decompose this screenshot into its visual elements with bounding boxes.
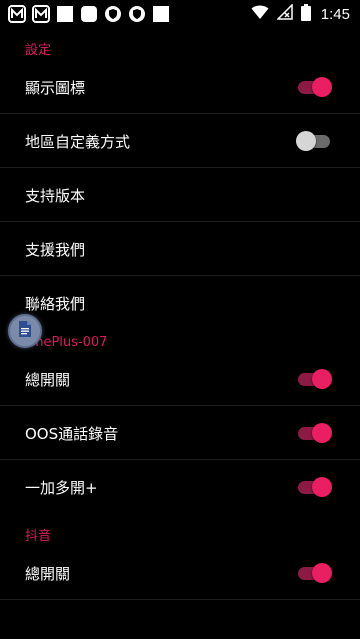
oneplus-multi-open-switch[interactable] bbox=[298, 476, 332, 498]
oneplus-master-switch[interactable] bbox=[298, 368, 332, 390]
setting-supported-versions[interactable]: 支持版本 bbox=[0, 168, 360, 222]
mx-app-icon bbox=[8, 5, 26, 23]
setting-support-us[interactable]: 支援我們 bbox=[0, 222, 360, 276]
rounded-square-icon bbox=[80, 5, 98, 23]
douyin-master-switch[interactable] bbox=[298, 562, 332, 584]
region-custom-switch[interactable] bbox=[296, 130, 332, 152]
setting-douyin-master-switch[interactable]: 總開關 bbox=[0, 546, 360, 600]
switch-thumb bbox=[312, 423, 332, 443]
setting-oos-call-recording[interactable]: OOS通話錄音 bbox=[0, 406, 360, 460]
setting-label: 總開關 bbox=[25, 370, 71, 389]
setting-show-icon[interactable]: 顯示圖標 bbox=[0, 60, 360, 114]
switch-thumb bbox=[312, 477, 332, 497]
document-icon bbox=[17, 320, 33, 342]
setting-label: 顯示圖標 bbox=[25, 78, 86, 97]
square-icon bbox=[56, 5, 74, 23]
section-header-oneplus: OnePlus-007 bbox=[25, 335, 108, 350]
switch-thumb bbox=[296, 131, 316, 151]
wifi-icon bbox=[251, 4, 269, 24]
floating-document-button[interactable] bbox=[8, 314, 42, 348]
switch-thumb bbox=[312, 77, 332, 97]
show-icon-switch[interactable] bbox=[298, 76, 332, 98]
shield-icon bbox=[128, 5, 146, 23]
section-header-douyin: 抖音 bbox=[25, 529, 52, 544]
signal-icon bbox=[275, 3, 293, 24]
mx-app-icon bbox=[32, 5, 50, 23]
setting-label: 總開關 bbox=[25, 564, 71, 583]
oos-call-recording-switch[interactable] bbox=[298, 422, 332, 444]
setting-label: OOS通話錄音 bbox=[25, 424, 119, 443]
square-icon bbox=[152, 5, 170, 23]
setting-label: 聯絡我們 bbox=[25, 294, 86, 313]
switch-thumb bbox=[312, 563, 332, 583]
system-icons: 1:45 bbox=[251, 3, 350, 25]
setting-oneplus-master-switch[interactable]: 總開關 bbox=[0, 352, 360, 406]
notification-icons bbox=[8, 4, 170, 24]
setting-contact-us[interactable]: 聯絡我們 bbox=[0, 276, 360, 330]
status-bar: 1:45 bbox=[0, 0, 360, 28]
switch-thumb bbox=[312, 369, 332, 389]
shield-icon bbox=[104, 5, 122, 23]
setting-label: 地區自定義方式 bbox=[25, 132, 131, 151]
clock: 1:45 bbox=[320, 5, 350, 23]
section-header-settings: 設定 bbox=[25, 43, 52, 58]
setting-oneplus-multi-open[interactable]: 一加多開+ bbox=[0, 460, 360, 514]
settings-list: 設定 顯示圖標 地區自定義方式 支持版本 支援我們 聯絡我們 OnePlus-0… bbox=[0, 28, 360, 600]
setting-region-custom[interactable]: 地區自定義方式 bbox=[0, 114, 360, 168]
setting-label: 一加多開+ bbox=[25, 478, 98, 497]
battery-icon bbox=[300, 3, 311, 25]
setting-label: 支持版本 bbox=[25, 186, 86, 205]
setting-label: 支援我們 bbox=[25, 240, 86, 259]
